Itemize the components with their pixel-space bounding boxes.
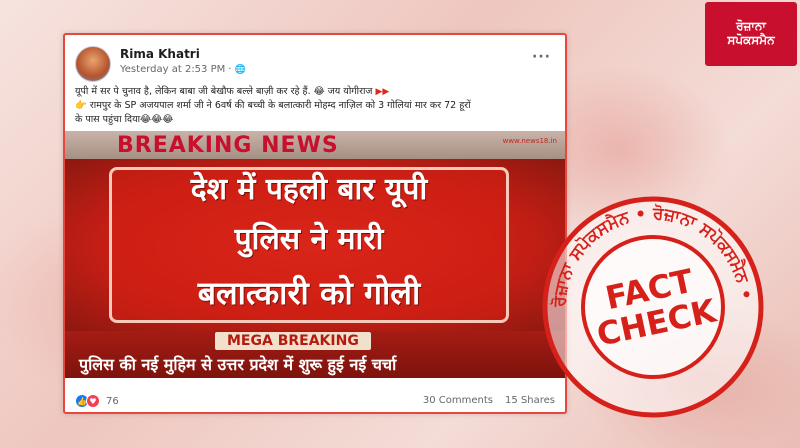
headline-line-2: पुलिस ने मारी — [234, 222, 384, 257]
post-footer: 👍 ♥ 76 30 Comments 15 Shares — [75, 392, 555, 412]
ticker-text: पुलिस की नई मुहिम से उत्तर प्रदेश में शु… — [79, 355, 397, 374]
reactions[interactable]: 👍 ♥ 76 — [75, 394, 119, 408]
headline-line-1: देश में पहली बार यूपी — [190, 172, 428, 207]
breaking-news-banner: BREAKING NEWS — [117, 133, 339, 158]
logo-line-2: ਸਪੋਕਸਮੈਨ — [727, 33, 775, 47]
headline-line-3: बलात्कारी को गोली — [197, 274, 421, 312]
comments-count[interactable]: 30 Comments — [423, 395, 493, 406]
fact-check-stamp: ਰੋਜ਼ਾਨਾ ਸਪੋਕਸਮੈਨ • ਰੋਜ਼ਾਨਾ ਸਪੋਕਸਮੈਨ • FA… — [542, 196, 764, 418]
post-time[interactable]: Yesterday at 2:53 PM — [120, 64, 225, 75]
reaction-count: 76 — [106, 395, 119, 407]
red-triangle-icons: ▶▶ — [375, 87, 390, 97]
globe-icon: 🌐 — [234, 64, 246, 75]
post-author[interactable]: Rima Khatri — [120, 47, 200, 61]
post-text-line-1: यूपी में सर पे चुनाव है, लेकिन बाबा जी ब… — [75, 86, 390, 97]
post-text: यूपी में सर पे चुनाव है, लेकिन बाबा जी ब… — [75, 85, 555, 127]
separator-dot: · — [228, 64, 232, 75]
post-meta: Yesterday at 2:53 PM · 🌐 — [120, 64, 246, 75]
mega-breaking-label: MEGA BREAKING — [215, 332, 371, 350]
post-text-line-3: के पास पहुंचा दिया😂😂😂 — [75, 114, 174, 125]
love-reaction-icon: ♥ — [86, 394, 100, 408]
post-text-line-2: 👉 रामपुर के SP अजयपाल शर्मा जी ने 6वर्ष … — [75, 100, 471, 111]
news-screenshot-image[interactable]: BREAKING NEWS www.news18.in देश में पहली… — [65, 131, 565, 378]
news-site-label: www.news18.in — [502, 137, 557, 145]
avatar[interactable] — [75, 46, 111, 82]
logo-line-1: ਰੋਜ਼ਾਨਾ — [736, 19, 766, 34]
brand-logo: ਰੋਜ਼ਾਨਾ ਸਪੋਕਸਮੈਨ — [705, 2, 797, 66]
more-options-icon[interactable]: ··· — [532, 49, 551, 65]
facebook-post-card: Rima Khatri Yesterday at 2:53 PM · 🌐 ···… — [63, 33, 567, 414]
